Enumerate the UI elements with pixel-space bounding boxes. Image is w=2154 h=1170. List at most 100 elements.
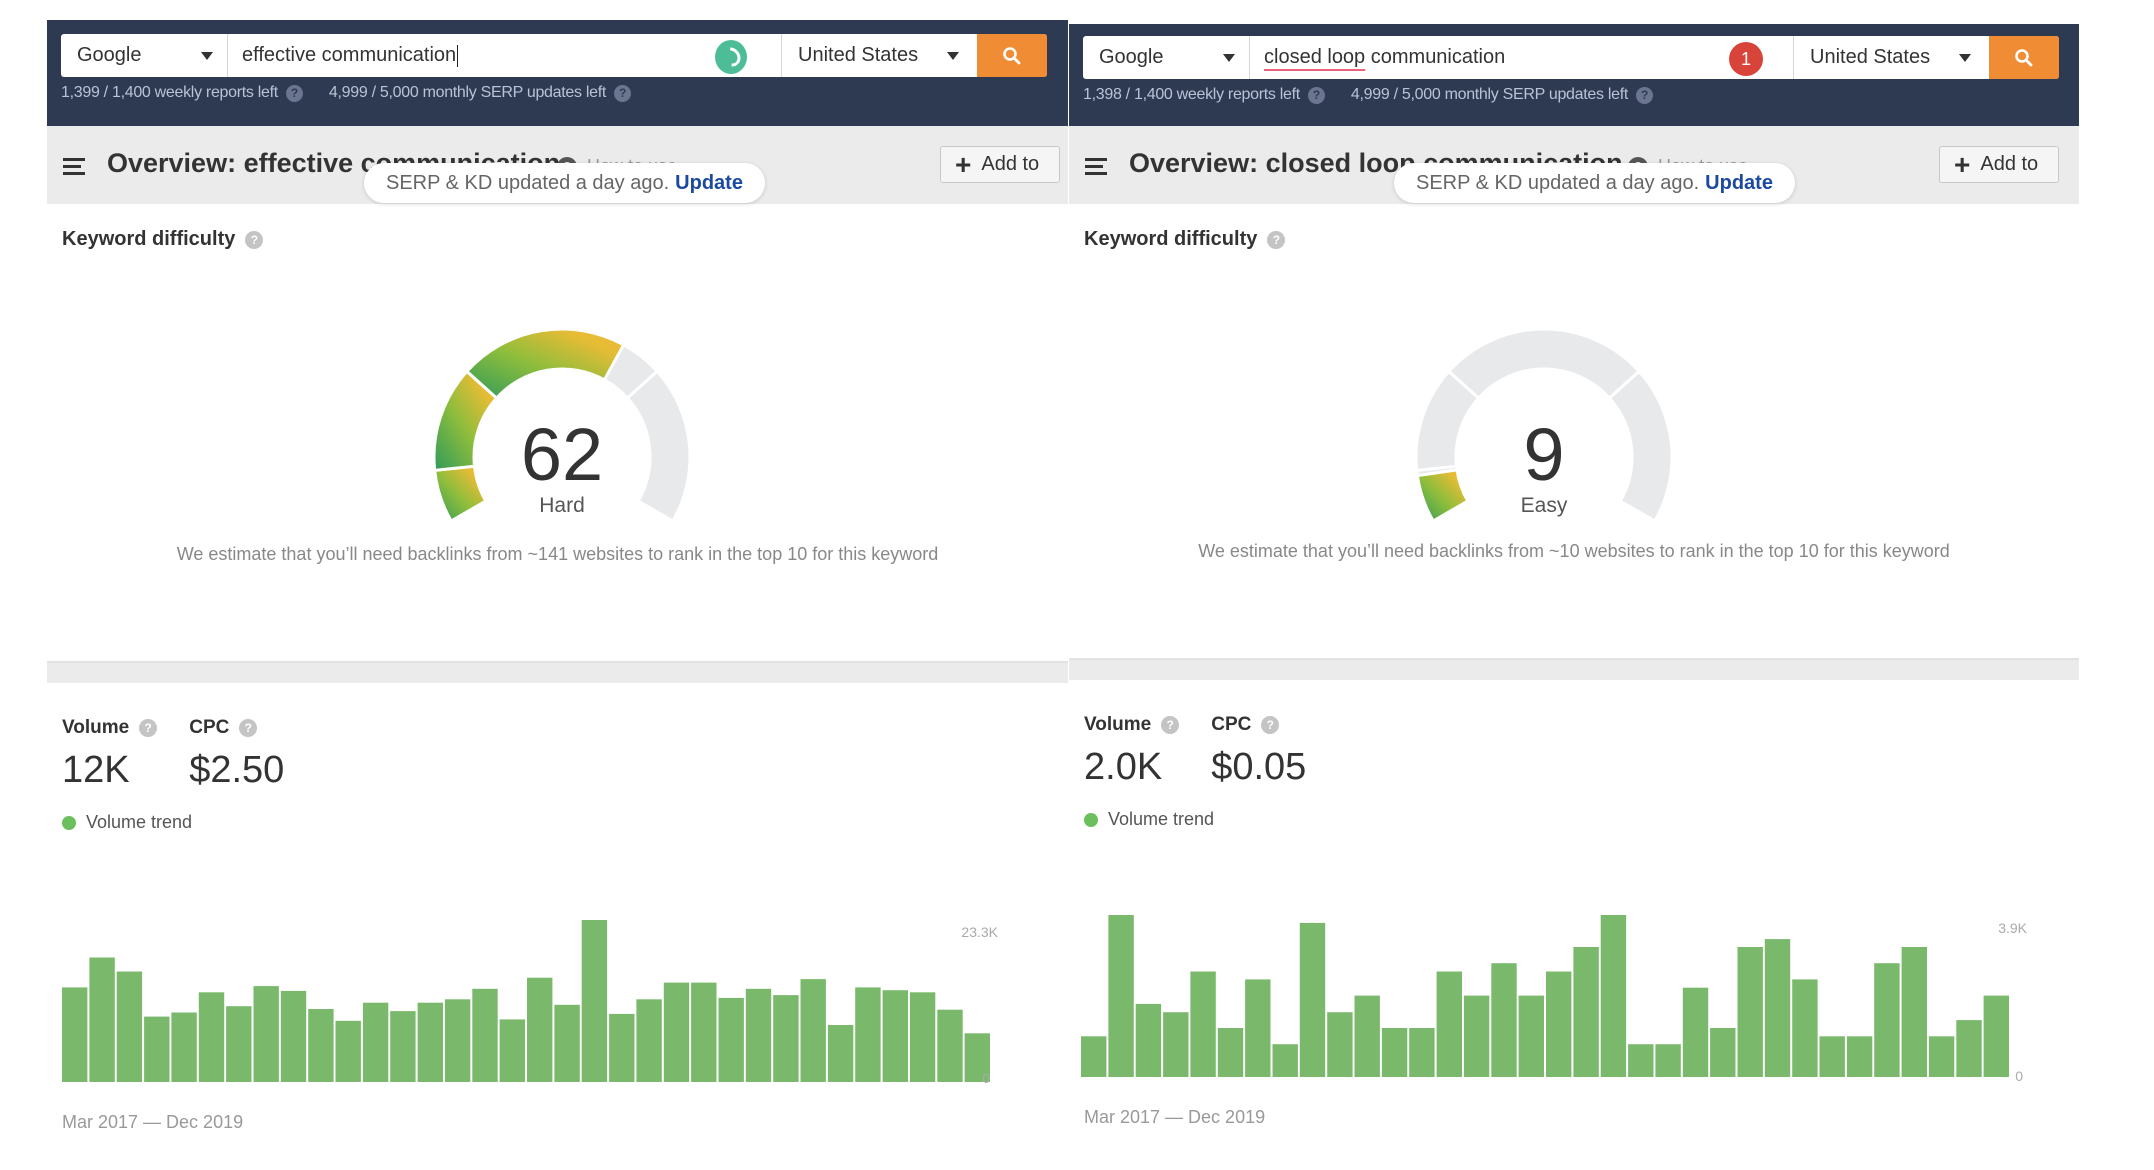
volume-bar-dec-2017[interactable] (1327, 1012, 1353, 1077)
volume-bar-feb-2019[interactable] (691, 982, 717, 1082)
volume-bar-may-2019[interactable] (1792, 979, 1818, 1077)
volume-bar-jun-2019[interactable] (800, 979, 826, 1082)
volume-bar-jun-2017[interactable] (144, 1016, 170, 1082)
menu-icon[interactable] (63, 158, 85, 175)
plus-icon: + (1954, 148, 1971, 180)
volume-value: 12K (62, 749, 130, 791)
volume-bar-jun-2018[interactable] (1491, 963, 1517, 1077)
volume-bar-dec-2019[interactable] (1983, 995, 2009, 1077)
volume-bar-aug-2019[interactable] (855, 987, 881, 1082)
help-icon[interactable]: ? (1261, 716, 1280, 734)
volume-bar-apr-2019[interactable] (745, 988, 772, 1082)
volume-bar-may-2019[interactable] (773, 995, 799, 1082)
volume-bar-sep-2017[interactable] (1245, 979, 1271, 1077)
volume-bar-dec-2018[interactable] (1655, 1044, 1681, 1077)
volume-bar-mar-2019[interactable] (718, 997, 744, 1082)
update-link[interactable]: Update (1705, 172, 1773, 195)
update-link[interactable]: Update (675, 172, 743, 195)
volume-bar-nov-2019[interactable] (937, 1009, 963, 1082)
volume-bar-apr-2017[interactable] (89, 957, 115, 1083)
volume-bar-apr-2017[interactable] (1108, 915, 1134, 1077)
menu-icon[interactable] (1085, 158, 1107, 175)
volume-bar-dec-2018[interactable] (636, 999, 662, 1082)
volume-bar-sep-2019[interactable] (1901, 947, 1927, 1077)
volume-bar-mar-2018[interactable] (1409, 1028, 1435, 1077)
volume-bar-dec-2017[interactable] (308, 1009, 334, 1082)
volume-bar-oct-2018[interactable] (581, 920, 608, 1082)
volume-bar-jun-2019[interactable] (1819, 1036, 1845, 1077)
volume-bar-nov-2017[interactable] (280, 990, 307, 1082)
volume-bar-nov-2019[interactable] (1956, 1020, 1982, 1077)
volume-bar-aug-2017[interactable] (198, 992, 225, 1082)
volume-bar-jan-2019[interactable] (663, 982, 690, 1082)
volume-bar-aug-2018[interactable] (1546, 971, 1572, 1078)
volume-bar-mar-2017[interactable] (1081, 1036, 1107, 1077)
volume-bar-nov-2018[interactable] (609, 1013, 635, 1082)
search-button[interactable] (977, 34, 1047, 77)
volume-bar-oct-2019[interactable] (1928, 1036, 1955, 1077)
volume-bar-may-2017[interactable] (1135, 1003, 1162, 1077)
help-icon[interactable]: ? (614, 84, 631, 102)
volume-bar-feb-2018[interactable] (1381, 1028, 1408, 1077)
help-icon[interactable]: ? (245, 230, 264, 249)
volume-bar-jul-2019[interactable] (1846, 1036, 1873, 1077)
volume-bar-feb-2018[interactable] (362, 1002, 389, 1082)
section-divider (1069, 658, 2079, 680)
volume-bar-jun-2018[interactable] (472, 988, 498, 1082)
search-engine-select[interactable]: Google (61, 34, 228, 77)
volume-bar-apr-2019[interactable] (1764, 939, 1791, 1077)
help-icon[interactable]: ? (1161, 716, 1180, 734)
help-icon[interactable]: ? (285, 84, 303, 102)
volume-bar-may-2018[interactable] (1463, 995, 1490, 1077)
volume-bar-apr-2018[interactable] (1436, 971, 1462, 1078)
volume-bar-aug-2018[interactable] (527, 977, 553, 1082)
country-select[interactable]: United States (1794, 36, 1989, 79)
volume-bar-jan-2018[interactable] (1354, 995, 1380, 1077)
search-button[interactable] (1989, 36, 2059, 79)
volume-bar-may-2017[interactable] (116, 971, 143, 1083)
keyword-input[interactable]: effective communication (228, 34, 782, 77)
volume-bar-jun-2017[interactable] (1163, 1012, 1189, 1077)
volume-bar-mar-2017[interactable] (62, 987, 88, 1082)
volume-bar-aug-2017[interactable] (1217, 1028, 1244, 1077)
volume-bar-jan-2019[interactable] (1682, 987, 1709, 1077)
help-icon[interactable]: ? (1267, 230, 1286, 249)
volume-bar-jan-2018[interactable] (335, 1020, 361, 1082)
volume-bar-oct-2017[interactable] (1272, 1044, 1298, 1077)
volume-bar-mar-2019[interactable] (1737, 947, 1763, 1077)
volume-bar-jul-2019[interactable] (827, 1025, 854, 1082)
keyword-difficulty-label: Keyword difficulty ? (62, 228, 264, 251)
help-icon[interactable]: ? (239, 719, 258, 737)
notification-badge[interactable]: 1 (1729, 42, 1763, 76)
volume-bar-sep-2017[interactable] (226, 1006, 252, 1082)
volume-bar-jul-2018[interactable] (499, 1019, 525, 1082)
volume-bar-oct-2018[interactable] (1600, 915, 1627, 1077)
keyword-input[interactable]: closed loop communication 1 (1250, 36, 1794, 79)
add-to-button[interactable]: + Add to (940, 146, 1060, 183)
kd-gauge: 62 Hard (412, 322, 712, 524)
country-select[interactable]: United States (782, 34, 977, 77)
volume-bar-nov-2018[interactable] (1628, 1044, 1654, 1077)
help-icon[interactable]: ? (1307, 86, 1325, 104)
volume-bar-oct-2017[interactable] (253, 986, 279, 1082)
add-to-button[interactable]: + Add to (1939, 146, 2059, 183)
volume-bar-jul-2017[interactable] (1190, 971, 1216, 1078)
search-engine-select[interactable]: Google (1083, 36, 1250, 79)
volume-label: Volume (62, 717, 130, 738)
volume-bar-aug-2019[interactable] (1874, 963, 1900, 1077)
help-icon[interactable]: ? (139, 719, 158, 737)
volume-bar-feb-2019[interactable] (1710, 1028, 1736, 1077)
volume-bar-sep-2018[interactable] (1573, 947, 1599, 1077)
volume-bar-jul-2017[interactable] (171, 1012, 197, 1083)
volume-metric: Volume? 2.0K (1084, 714, 1180, 789)
volume-bar-sep-2019[interactable] (882, 990, 908, 1082)
volume-bar-may-2018[interactable] (444, 999, 471, 1082)
volume-bar-nov-2017[interactable] (1299, 922, 1326, 1077)
volume-bar-oct-2019[interactable] (909, 992, 936, 1082)
volume-bar-jul-2018[interactable] (1518, 995, 1544, 1077)
volume-bar-mar-2018[interactable] (390, 1011, 416, 1082)
search-bar: Google closed loop communication 1 Unite… (1083, 36, 2059, 79)
volume-bar-apr-2018[interactable] (417, 1002, 443, 1082)
help-icon[interactable]: ? (1636, 86, 1653, 104)
volume-bar-sep-2018[interactable] (554, 1004, 580, 1082)
